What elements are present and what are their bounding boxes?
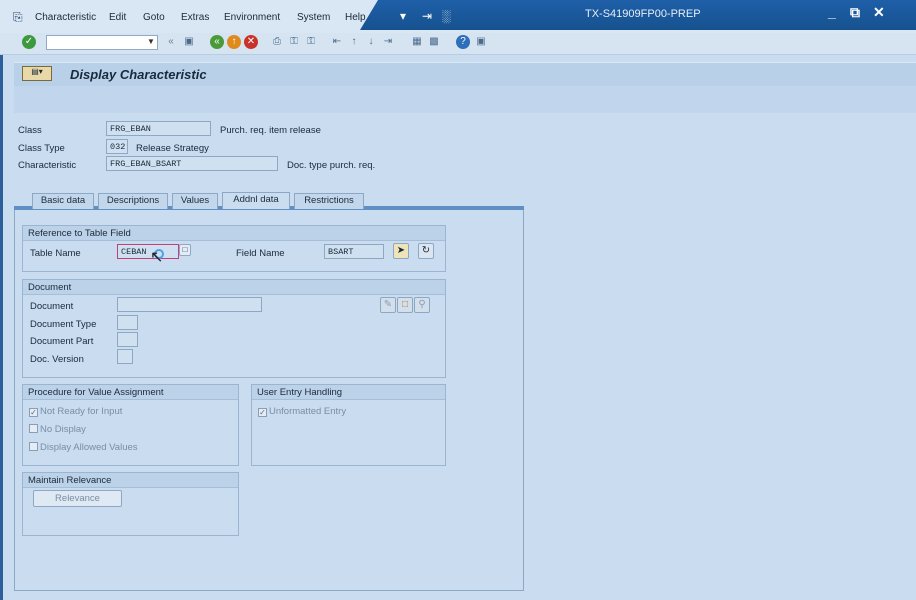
back-icon[interactable]: « [210,35,224,49]
characteristic-description: Doc. type purch. req. [287,160,376,171]
signal-icon: ░ [442,9,451,23]
menu-help[interactable]: Help [345,12,366,23]
window-title: TX-S41909FP00-PREP [585,8,701,20]
find-next-icon[interactable]: ⚿ [304,35,318,49]
menu-characteristic[interactable]: Characteristic [35,12,96,23]
mouse-cursor-icon: ↖ [150,249,164,266]
refresh-icon[interactable]: ↻ [418,243,434,259]
toolbar: ✓ ▼ « ▣ « ↑ ✕ ⎙ ⚿ ⚿ ⇤ ↑ ↓ ⇥ ▦ ▩ ? ▣ [0,33,916,55]
relevance-group-title: Maintain Relevance [23,473,238,488]
tab-basic-data[interactable]: Basic data [32,193,94,209]
doc-version-label: Doc. Version [30,354,84,365]
layout-icon[interactable]: ▣ [474,35,488,49]
chevron-down-icon[interactable]: ▼ [147,37,155,46]
checkbox-box: ✓ [29,408,38,417]
table-name-field[interactable]: CEBAN [117,244,179,259]
shortcut-icon[interactable]: ▩ [427,35,441,49]
document-part-label: Document Part [30,336,94,347]
first-page-icon[interactable]: ⇤ [330,35,344,49]
procedure-group-title: Procedure for Value Assignment [23,385,238,400]
menu-icon[interactable]: ▤▾ [22,66,52,81]
document-part-field[interactable] [117,332,138,347]
command-field[interactable] [46,35,158,50]
edit-icon[interactable]: ✎ [380,297,396,313]
class-label: Class [18,125,42,136]
menu-environment[interactable]: Environment [224,12,280,23]
tab-descriptions[interactable]: Descriptions [98,193,168,209]
page-title: Display Characteristic [70,67,207,82]
field-name-label: Field Name [236,248,285,259]
copy-icon[interactable]: □ [179,244,191,256]
document-icon[interactable]: □ [397,297,413,313]
class-type-field[interactable]: 032 [106,139,128,154]
save-icon[interactable]: ▣ [182,35,196,49]
close-button[interactable]: ✕ [873,4,885,21]
characteristic-field[interactable]: FRG_EBAN_BSART [106,156,278,171]
help-icon[interactable]: ? [456,35,470,49]
unformatted-entry-label: Unformatted Entry [269,406,347,417]
print-icon[interactable]: ⎙ [270,35,284,49]
tab-addnl-data[interactable]: Addnl data [222,192,290,209]
field-name-field[interactable]: BSART [324,244,384,259]
check-icon[interactable]: ✓ [22,35,36,49]
document-group-title: Document [23,280,445,295]
user-entry-group: User Entry Handling [251,384,446,466]
menu-goto[interactable]: Goto [143,12,165,23]
doc-version-field[interactable] [117,349,133,364]
checkbox-box [29,424,38,433]
find-icon[interactable]: ⚿ [287,35,301,49]
no-display-checkbox[interactable]: No Display [29,424,86,435]
display-allowed-values-label: Display Allowed Values [40,442,138,453]
table-name-label: Table Name [30,248,81,259]
document-type-field[interactable] [117,315,138,330]
menu-system[interactable]: System [297,12,330,23]
pin-icon[interactable]: ⇥ [422,9,432,23]
class-field[interactable]: FRG_EBAN [106,121,211,136]
characteristic-label: Characteristic [18,160,77,171]
not-ready-checkbox[interactable]: ✓ Not Ready for Input [29,406,122,417]
back-nav-icon[interactable]: « [164,35,178,49]
no-display-label: No Display [40,424,86,435]
application-toolbar [14,86,916,113]
class-description: Purch. req. item release [220,125,321,136]
document-field[interactable] [117,297,262,312]
unformatted-entry-checkbox[interactable]: ✓ Unformatted Entry [258,406,346,417]
arrow-right-icon[interactable]: ➤ [393,243,409,259]
restore-button[interactable]: ⧉ [850,4,860,21]
minimize-button[interactable]: _ [828,4,836,20]
last-page-icon[interactable]: ⇥ [381,35,395,49]
system-menu-icon[interactable]: ⎘ [13,10,23,25]
user-entry-group-title: User Entry Handling [252,385,445,400]
window-border [0,55,3,600]
chevron-down-icon[interactable]: ▾ [400,9,406,23]
not-ready-label: Not Ready for Input [40,406,123,417]
menu-extras[interactable]: Extras [181,12,209,23]
cancel-icon[interactable]: ✕ [244,35,258,49]
next-page-icon[interactable]: ↓ [364,35,378,49]
tab-values[interactable]: Values [172,193,218,209]
menu-edit[interactable]: Edit [109,12,126,23]
reference-group-title: Reference to Table Field [23,226,445,241]
previous-page-icon[interactable]: ↑ [347,35,361,49]
tab-restrictions[interactable]: Restrictions [294,193,364,209]
class-type-description: Release Strategy [136,143,209,154]
relevance-button[interactable]: Relevance [33,490,122,507]
display-allowed-values-checkbox[interactable]: Display Allowed Values [29,442,138,453]
checkbox-box: ✓ [258,408,267,417]
document-label: Document [30,301,74,312]
class-type-label: Class Type [18,143,65,154]
exit-icon[interactable]: ↑ [227,35,241,49]
search-icon[interactable]: ⚲ [414,297,430,313]
checkbox-box [29,442,38,451]
document-type-label: Document Type [30,319,97,330]
new-session-icon[interactable]: ▦ [410,35,424,49]
